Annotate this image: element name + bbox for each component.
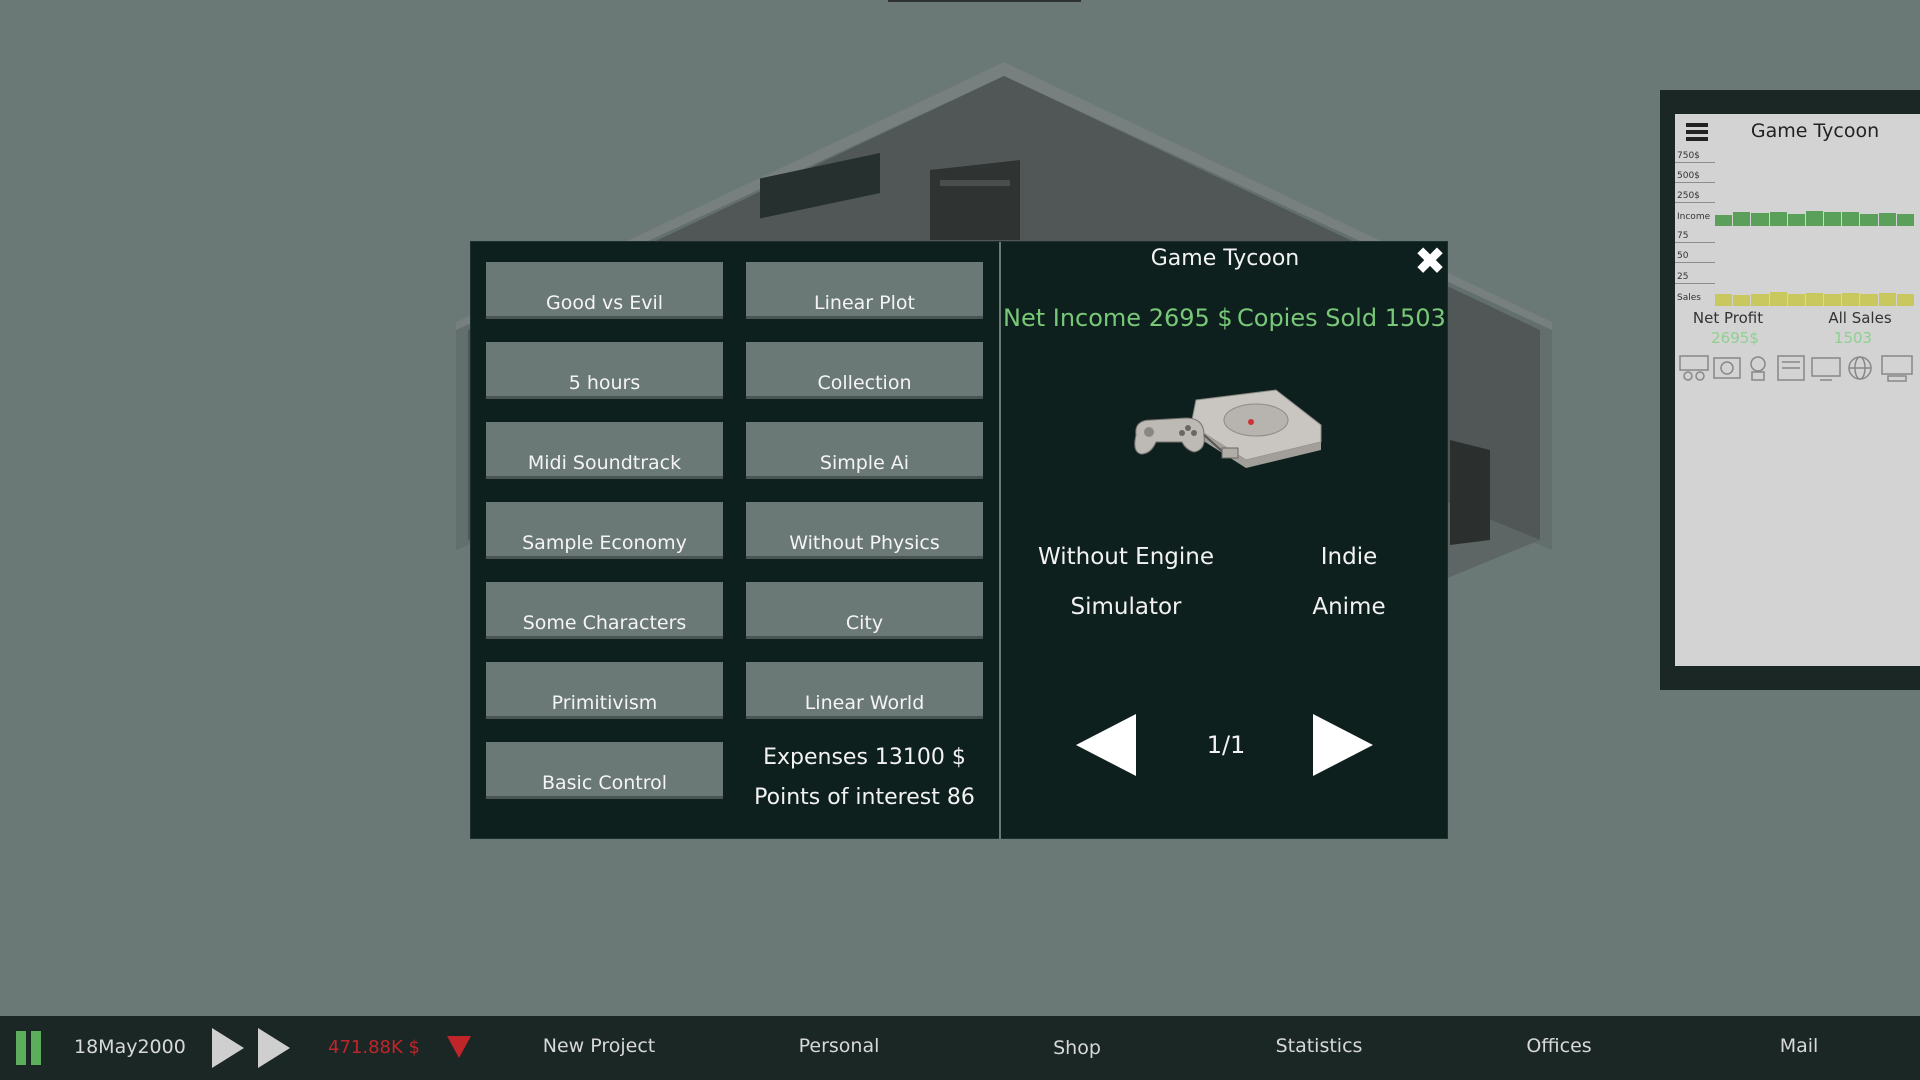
chart-bar (1878, 293, 1896, 306)
sales-tick-label: 50 (1677, 251, 1689, 261)
theme-label: Anime (1312, 594, 1386, 620)
stats-panel-title: Game Tycoon (1750, 120, 1880, 142)
income-tick-label: 250$ (1677, 191, 1700, 201)
tick-line (1675, 182, 1715, 183)
feature-button-graphics[interactable]: Primitivism (486, 662, 723, 719)
dialog-divider (999, 242, 1001, 840)
newspaper-icon (1777, 355, 1805, 381)
income-tick-label: 750$ (1677, 151, 1700, 161)
chart-bar (1896, 214, 1914, 226)
feature-button-collection[interactable]: Collection (746, 342, 983, 399)
tick-line (1675, 242, 1715, 243)
feature-button-length[interactable]: 5 hours (486, 342, 723, 399)
marketing-icons-row (1679, 355, 1913, 382)
chart-bar (1842, 293, 1860, 306)
net-profit-label: Net Profit (1692, 309, 1764, 327)
chart-bar (1842, 212, 1860, 226)
nav-shop[interactable]: Shop (997, 1037, 1157, 1059)
menu-icon[interactable] (1686, 122, 1708, 142)
points-of-interest-text: Points of interest 86 (754, 785, 975, 810)
nav-new-project[interactable]: New Project (519, 1035, 679, 1057)
chart-bar (1860, 294, 1878, 306)
feature-button-ai[interactable]: Simple Ai (746, 422, 983, 479)
sales-axis-label: Sales (1677, 293, 1701, 303)
globe-icon (1848, 356, 1872, 380)
chart-bar (1805, 211, 1824, 226)
radio-icon (1750, 356, 1766, 381)
pause-icon[interactable] (16, 1031, 42, 1065)
chart-bar (1824, 294, 1842, 306)
feature-button-setting[interactable]: City (746, 582, 983, 639)
feature-button-plot[interactable]: Good vs Evil (486, 262, 723, 319)
tick-line (1675, 283, 1715, 284)
chart-bar (1751, 213, 1769, 226)
feature-button-characters[interactable]: Some Characters (486, 582, 723, 639)
nav-offices[interactable]: Offices (1479, 1035, 1639, 1057)
money-balance: 471.88K $ (328, 1037, 420, 1058)
tick-line (1675, 202, 1715, 203)
top-edge-marker (888, 0, 1081, 2)
chart-bar (1787, 214, 1805, 226)
tv-icon (1811, 357, 1841, 381)
audience-icon (1679, 355, 1709, 381)
all-sales-value: 1503 (1833, 329, 1873, 347)
feature-button-story[interactable]: Linear Plot (746, 262, 983, 319)
expenses-text: Expenses 13100 $ (763, 745, 966, 770)
feature-button-control[interactable]: Basic Control (486, 742, 723, 799)
game-console-icon (1134, 389, 1322, 468)
chart-bar (1751, 293, 1769, 306)
arrow-right-icon[interactable] (1311, 712, 1375, 778)
chart-bar (1769, 211, 1787, 226)
income-axis-label: Income (1677, 212, 1711, 222)
chart-bar (1769, 292, 1787, 306)
sales-bar-chart (1715, 286, 1915, 306)
close-icon[interactable]: ✖ (1411, 242, 1449, 280)
play-icon[interactable] (212, 1028, 244, 1068)
money-down-trend-icon (447, 1036, 471, 1058)
genre-label: Simulator (1070, 594, 1182, 620)
chart-bar (1733, 295, 1751, 306)
chart-bar (1824, 212, 1842, 226)
feature-button-world[interactable]: Linear World (746, 662, 983, 719)
chart-bar (1805, 292, 1824, 306)
arrow-left-icon[interactable] (1074, 712, 1138, 778)
game-date: 18May2000 (74, 1036, 186, 1058)
chart-bar (1878, 212, 1896, 226)
computer-icon (1881, 355, 1913, 382)
dialog-title: Game Tycoon (1150, 246, 1300, 271)
feature-button-physics[interactable]: Without Physics (746, 502, 983, 559)
chart-bar (1896, 294, 1914, 306)
stats-panel (1675, 114, 1920, 666)
camera-icon (1713, 357, 1741, 379)
copies-sold-text: Copies Sold 1503 (1237, 304, 1446, 332)
nav-mail[interactable]: Mail (1719, 1035, 1879, 1057)
income-bar-chart (1715, 206, 1915, 226)
chart-bar (1860, 213, 1878, 226)
net-income-text: Net Income 2695 $ (1003, 304, 1233, 332)
feature-button-sound[interactable]: Midi Soundtrack (486, 422, 723, 479)
fast-forward-icon[interactable] (258, 1028, 290, 1068)
tick-line (1675, 262, 1715, 263)
page-indicator: 1/1 (1206, 731, 1246, 759)
all-sales-label: All Sales (1828, 309, 1892, 327)
chart-bar (1733, 212, 1751, 226)
sales-tick-label: 25 (1677, 272, 1689, 282)
nav-personal[interactable]: Personal (759, 1035, 919, 1057)
sales-tick-label: 75 (1677, 231, 1689, 241)
chart-bar (1715, 294, 1733, 306)
game-report-dialog: Good vs Evil 5 hours Midi Soundtrack Sam… (470, 241, 1449, 840)
income-tick-label: 500$ (1677, 171, 1700, 181)
engine-label: Without Engine (1037, 544, 1215, 570)
tick-line (1675, 162, 1715, 163)
chart-bar (1787, 294, 1805, 306)
chart-bar (1715, 215, 1733, 226)
size-label: Indie (1320, 544, 1378, 570)
feature-button-economy[interactable]: Sample Economy (486, 502, 723, 559)
net-profit-value: 2695$ (1711, 329, 1759, 347)
nav-statistics[interactable]: Statistics (1239, 1035, 1399, 1057)
